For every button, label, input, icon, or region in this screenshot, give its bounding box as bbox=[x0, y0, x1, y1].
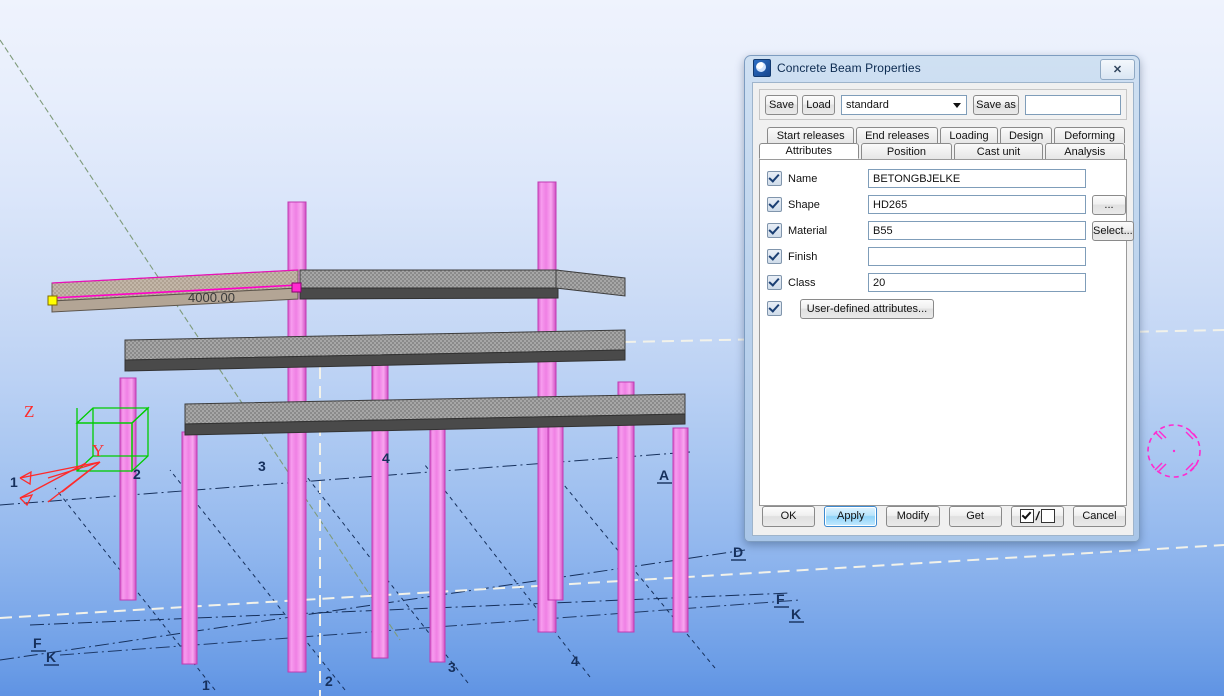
tab-loading[interactable]: Loading bbox=[940, 127, 998, 143]
beam[interactable] bbox=[555, 269, 626, 297]
tab-design[interactable]: Design bbox=[999, 127, 1053, 143]
tab-cast-unit[interactable]: Cast unit bbox=[954, 143, 1043, 159]
check-all-toggle-button[interactable]: / bbox=[1010, 505, 1064, 527]
dialog-title: Concrete Beam Properties bbox=[777, 61, 921, 75]
material-select-button[interactable]: Select... bbox=[1092, 220, 1134, 241]
grid-label-left-f: F bbox=[33, 635, 42, 651]
circular-marker bbox=[1147, 424, 1201, 478]
attribute-row-finish: Finish bbox=[760, 246, 1126, 267]
apply-button[interactable]: Apply bbox=[824, 505, 878, 527]
grid-label-bottom-4: 4 bbox=[571, 653, 579, 669]
finish-input[interactable] bbox=[868, 247, 1086, 266]
tab-deforming[interactable]: Deforming bbox=[1054, 127, 1125, 143]
axis-label-x: 1 bbox=[10, 474, 18, 490]
beam[interactable] bbox=[299, 269, 559, 300]
beam-row-front[interactable] bbox=[181, 393, 689, 665]
slash-separator: / bbox=[1034, 509, 1041, 523]
column[interactable] bbox=[429, 421, 446, 663]
checkbox-name[interactable] bbox=[767, 171, 782, 186]
shape-input[interactable]: HD265 bbox=[868, 195, 1086, 214]
grid-label-bottom-3: 3 bbox=[448, 659, 456, 675]
column[interactable] bbox=[547, 411, 564, 601]
selection-handle[interactable] bbox=[291, 282, 302, 293]
axis-label-y: Y bbox=[92, 441, 104, 460]
cancel-button[interactable]: Cancel bbox=[1072, 505, 1127, 527]
tab-analysis[interactable]: Analysis bbox=[1044, 143, 1125, 159]
beam[interactable] bbox=[184, 393, 686, 436]
dimension-annotation: 4000.00 bbox=[188, 290, 235, 305]
label-name: Name bbox=[788, 172, 818, 185]
grid-label-upper-2: 2 bbox=[133, 466, 141, 482]
user-defined-attributes-button[interactable]: User-defined attributes... bbox=[800, 298, 934, 319]
attribute-row-class: Class 20 bbox=[760, 272, 1126, 293]
preset-combobox[interactable]: standard bbox=[841, 94, 967, 115]
app-icon bbox=[753, 59, 771, 77]
grid-label-left-k: K bbox=[46, 649, 56, 665]
preset-toolbar: Save Load standard Save as bbox=[759, 89, 1127, 120]
construction-line-upper-left bbox=[0, 39, 401, 641]
selected-beam[interactable] bbox=[51, 269, 299, 313]
attributes-panel: Name BETONGBJELKE Shape HD265 ... Materi… bbox=[759, 159, 1134, 506]
class-input[interactable]: 20 bbox=[868, 273, 1086, 292]
axis-label-z: Z bbox=[24, 402, 34, 421]
tab-end-releases[interactable]: End releases bbox=[856, 127, 939, 143]
concrete-beam-properties-dialog[interactable]: Concrete Beam Properties ✕ Save Load sta… bbox=[744, 55, 1140, 542]
column[interactable] bbox=[181, 431, 198, 665]
checkbox-material[interactable] bbox=[767, 223, 782, 238]
grid-label-right-d: D bbox=[733, 544, 743, 560]
attribute-row-shape: Shape HD265 ... bbox=[760, 194, 1126, 215]
checkbox-class[interactable] bbox=[767, 275, 782, 290]
attribute-row-name: Name BETONGBJELKE bbox=[760, 168, 1126, 189]
label-shape: Shape bbox=[788, 198, 820, 211]
preset-value: standard bbox=[846, 98, 889, 111]
grid-label-right-f: F bbox=[776, 591, 785, 607]
grid-label-right-k: K bbox=[791, 606, 801, 622]
attribute-row-material: Material B55 Select... bbox=[760, 220, 1134, 241]
get-button[interactable]: Get bbox=[948, 505, 1002, 527]
shape-browse-button[interactable]: ... bbox=[1092, 194, 1126, 215]
dialog-body: Save Load standard Save as Start release… bbox=[752, 82, 1134, 536]
grid-label-bottom-2: 2 bbox=[325, 673, 333, 689]
checked-box-icon bbox=[1019, 509, 1034, 523]
column[interactable] bbox=[672, 427, 689, 633]
load-button[interactable]: Load bbox=[802, 94, 835, 115]
tab-row-1: Start releases End releases Loading Desi… bbox=[759, 127, 1127, 143]
grid-label-upper-3: 3 bbox=[258, 458, 266, 474]
name-input[interactable]: BETONGBJELKE bbox=[868, 169, 1086, 188]
unchecked-box-icon bbox=[1040, 509, 1055, 523]
save-button[interactable]: Save bbox=[765, 94, 798, 115]
tab-row-2: Attributes Position Cast unit Analysis bbox=[759, 143, 1127, 159]
label-material: Material bbox=[788, 224, 828, 237]
checkbox-finish[interactable] bbox=[767, 249, 782, 264]
checkbox-shape[interactable] bbox=[767, 197, 782, 212]
material-input[interactable]: B55 bbox=[868, 221, 1086, 240]
label-class: Class bbox=[788, 276, 816, 289]
attribute-row-user-defined: User-defined attributes... bbox=[760, 298, 1126, 319]
tab-start-releases[interactable]: Start releases bbox=[767, 127, 855, 143]
checkbox-user-defined[interactable] bbox=[767, 301, 782, 316]
grid-label-upper-4: 4 bbox=[382, 450, 390, 466]
tab-attributes[interactable]: Attributes bbox=[759, 143, 859, 159]
selection-handle[interactable] bbox=[47, 295, 58, 306]
grid-label-bottom-1: 1 bbox=[202, 677, 210, 693]
column[interactable] bbox=[119, 377, 137, 601]
grid-label-right-a: A bbox=[659, 467, 669, 483]
close-icon[interactable]: ✕ bbox=[1100, 59, 1135, 80]
dimension-label: 4000.00 bbox=[188, 290, 235, 305]
tab-strip: Start releases End releases Loading Desi… bbox=[759, 127, 1127, 159]
save-as-input[interactable] bbox=[1025, 94, 1121, 115]
dialog-titlebar[interactable]: Concrete Beam Properties ✕ bbox=[745, 56, 1139, 80]
modify-button[interactable]: Modify bbox=[886, 505, 940, 527]
ok-button[interactable]: OK bbox=[762, 505, 816, 527]
chevron-down-icon bbox=[953, 102, 961, 108]
save-as-button[interactable]: Save as bbox=[973, 94, 1019, 115]
label-finish: Finish bbox=[788, 250, 818, 263]
tab-position[interactable]: Position bbox=[860, 143, 953, 159]
